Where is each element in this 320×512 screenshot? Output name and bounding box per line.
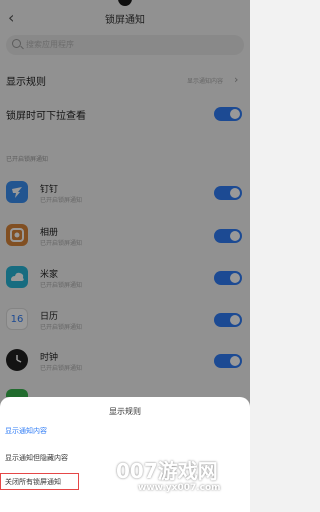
annotation-highlight-box <box>0 473 79 490</box>
sheet-title: 显示规则 <box>109 407 141 416</box>
watermark-url: www.yx007.com <box>138 483 221 493</box>
sheet-option-hide-content[interactable]: 显示通知但隐藏内容 <box>5 453 68 463</box>
watermark-brand: 007游戏网 <box>116 459 218 483</box>
sheet-option-show-content[interactable]: 显示通知内容 <box>5 426 47 436</box>
